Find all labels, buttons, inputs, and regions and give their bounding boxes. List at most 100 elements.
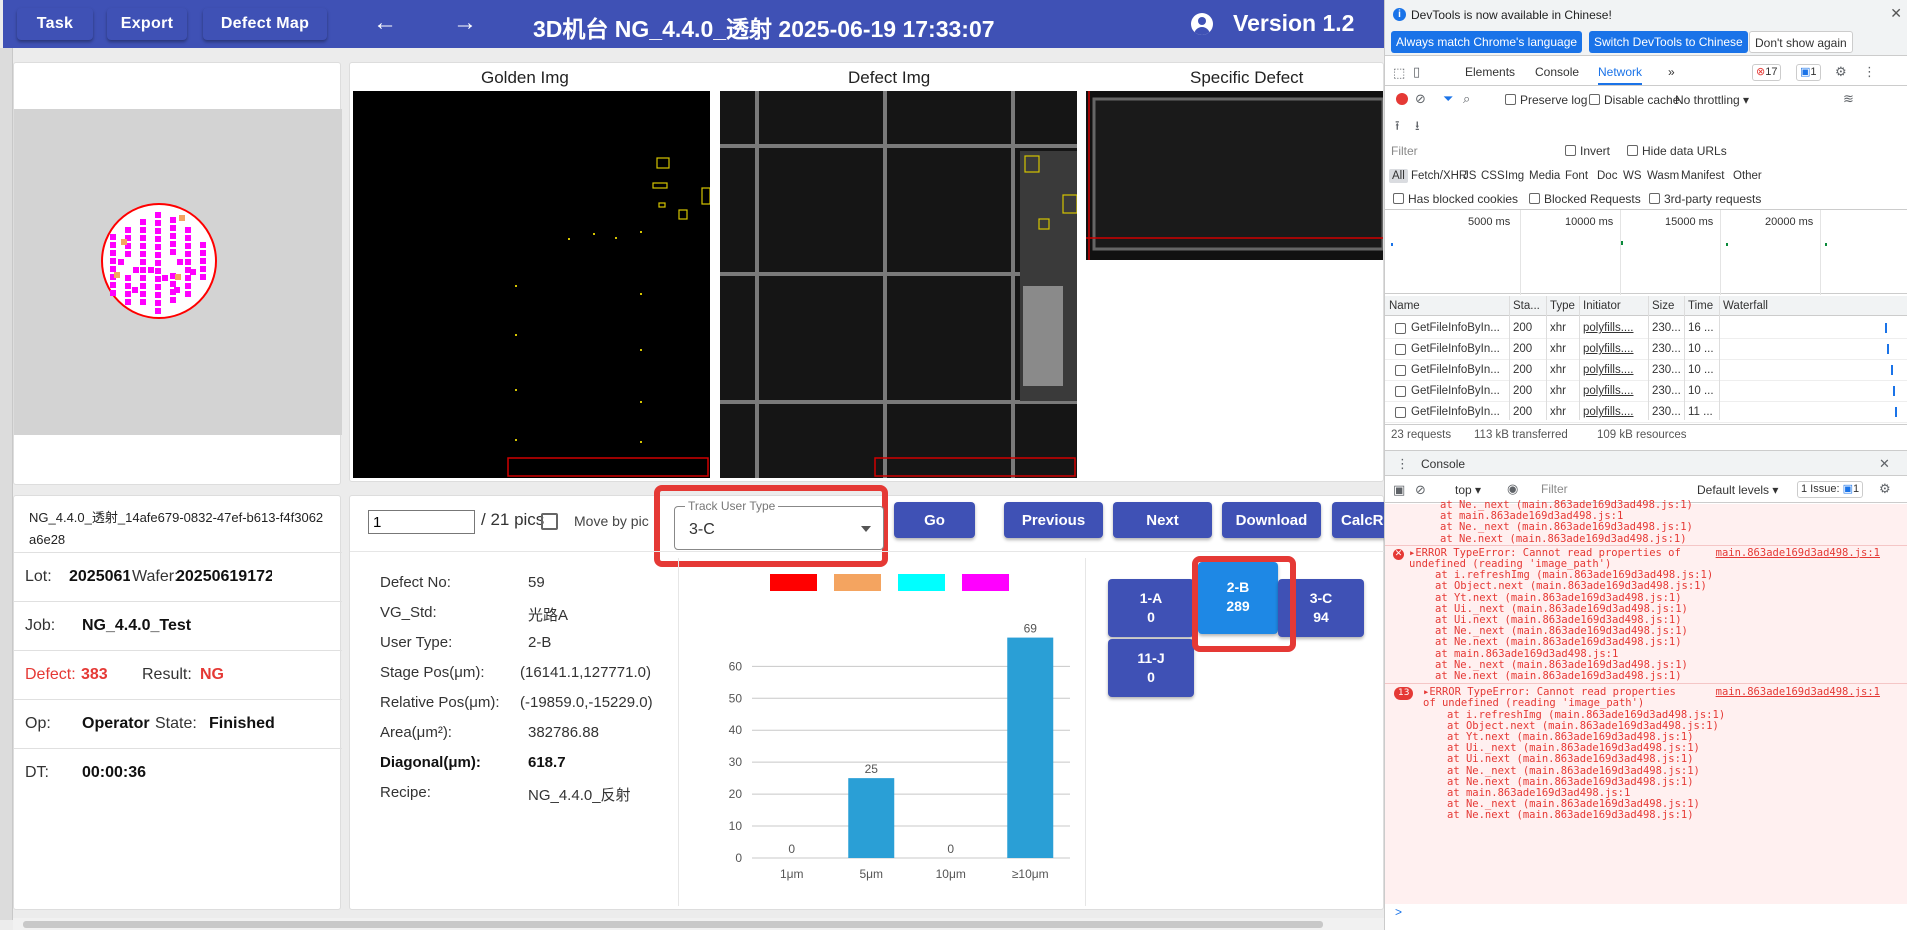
filter-type-other[interactable]: Other (1733, 170, 1762, 182)
stack-frame[interactable]: at i.refreshImg (main.863ade169d3ad498.j… (1385, 569, 1907, 581)
always-match-language-button[interactable]: Always match Chrome's language (1391, 31, 1583, 53)
filter-type-css[interactable]: CSS (1481, 170, 1505, 182)
cell-initiator[interactable]: polyfills.... (1583, 322, 1645, 334)
filter-type-manifest[interactable]: Manifest (1681, 170, 1724, 182)
network-conditions-icon[interactable]: ≋ (1843, 91, 1854, 107)
stack-frame[interactable]: at main.863ade169d3ad498.js:1 (1385, 787, 1907, 799)
stack-frame[interactable]: at Ne._next (main.863ade169d3ad498.js:1) (1385, 625, 1907, 637)
console-drawer-title[interactable]: Console (1421, 457, 1465, 471)
cell-initiator[interactable]: polyfills.... (1583, 406, 1645, 418)
stack-frame[interactable]: at Ne._next (main.863ade169d3ad498.js:1) (1385, 499, 1907, 511)
log-levels-select[interactable]: Default levels ▾ (1697, 483, 1778, 497)
download-button[interactable]: Download (1222, 502, 1321, 538)
row-checkbox[interactable] (1395, 344, 1406, 355)
issues-badge[interactable]: 1 Issue: ▣1 (1797, 481, 1864, 498)
filter-type-img[interactable]: Img (1505, 170, 1524, 182)
legend-swatch[interactable] (898, 574, 945, 591)
blocked-requests-option[interactable]: Blocked Requests (1529, 192, 1641, 206)
third-party-option[interactable]: 3rd-party requests (1649, 192, 1761, 206)
filter-type-ws[interactable]: WS (1623, 170, 1642, 182)
error-message[interactable]: of undefined (reading 'image_path') (1385, 697, 1907, 709)
disable-cache-option[interactable]: Disable cache (1589, 93, 1679, 107)
export-button[interactable]: Export (107, 8, 187, 40)
column-header[interactable]: Sta... (1513, 300, 1540, 312)
blocked-cookies-option[interactable]: Has blocked cookies (1393, 192, 1518, 206)
move-by-pic-checkbox[interactable] (541, 513, 558, 530)
tab-network[interactable]: Network (1598, 65, 1643, 85)
inspect-icon[interactable]: ⬚ (1393, 65, 1405, 81)
stack-frame[interactable]: at Ne.next (main.863ade169d3ad498.js:1) (1385, 636, 1907, 648)
row-checkbox[interactable] (1395, 407, 1406, 418)
calc-button[interactable]: CalcR (1332, 502, 1385, 538)
column-header[interactable]: Initiator (1583, 300, 1621, 312)
filter-type-all[interactable]: All (1389, 169, 1408, 183)
bar[interactable] (848, 778, 895, 858)
account-circle-icon[interactable] (1191, 13, 1213, 35)
more-options-icon[interactable]: ⋮ (1863, 64, 1876, 80)
network-timeline[interactable]: 5000 ms 10000 ms 15000 ms 20000 ms (1385, 209, 1907, 295)
wafer-map[interactable] (14, 109, 342, 435)
close-icon[interactable]: ✕ (1890, 5, 1902, 22)
error-source-link[interactable]: main.863ade169d3ad498.js:1 (1716, 547, 1880, 559)
horizontal-scrollbar[interactable] (13, 918, 1384, 930)
stack-frame[interactable]: at Ne._next (main.863ade169d3ad498.js:1) (1385, 798, 1907, 810)
stack-frame[interactable]: at Ne._next (main.863ade169d3ad498.js:1) (1385, 521, 1907, 533)
message-count-badge[interactable]: ▣1 (1796, 64, 1821, 81)
stack-frame[interactable]: at main.863ade169d3ad498.js:1 (1385, 510, 1907, 522)
clear-console-icon[interactable]: ⊘ (1415, 482, 1426, 498)
invert-option[interactable]: Invert (1565, 144, 1610, 158)
export-har-icon[interactable]: ⭳ (1415, 117, 1420, 139)
go-button[interactable]: Go (894, 502, 975, 538)
legend-swatch[interactable] (770, 574, 817, 591)
stack-frame[interactable]: at Ne.next (main.863ade169d3ad498.js:1) (1385, 809, 1907, 821)
stack-frame[interactable]: at Ne.next (main.863ade169d3ad498.js:1) (1385, 533, 1907, 545)
context-select[interactable]: top ▾ (1455, 483, 1481, 497)
console-filter-input[interactable]: Filter (1541, 481, 1671, 498)
stack-frame[interactable]: at i.refreshImg (main.863ade169d3ad498.j… (1385, 709, 1907, 721)
filter-type-fetchxhr[interactable]: Fetch/XHR (1411, 170, 1467, 182)
specific-defect-image[interactable] (1086, 91, 1383, 478)
column-header[interactable]: Type (1550, 300, 1575, 312)
golden-image[interactable] (353, 91, 710, 478)
filter-type-wasm[interactable]: Wasm (1647, 170, 1679, 182)
stack-frame[interactable]: at main.863ade169d3ad498.js:1 (1385, 648, 1907, 660)
stack-frame[interactable]: at Object.next (main.863ade169d3ad498.js… (1385, 580, 1907, 592)
column-header[interactable]: Name (1389, 300, 1420, 312)
tab-console[interactable]: Console (1535, 65, 1579, 79)
import-har-icon[interactable]: ⭱ (1395, 117, 1400, 139)
stack-frame[interactable]: at Yt.next (main.863ade169d3ad498.js:1) (1385, 592, 1907, 604)
gear-icon[interactable]: ⚙ (1879, 481, 1891, 497)
stack-frame[interactable]: at Ui.next (main.863ade169d3ad498.js:1) (1385, 614, 1907, 626)
defect-image[interactable] (720, 91, 1077, 478)
filter-type-media[interactable]: Media (1529, 170, 1560, 182)
network-request-row[interactable]: GetFileInfoByIn... 200 xhr polyfills.... 230… (1385, 402, 1907, 423)
eye-icon[interactable]: ◉ (1507, 481, 1518, 497)
legend-swatch[interactable] (834, 574, 881, 591)
tab-elements[interactable]: Elements (1465, 65, 1515, 79)
task-button[interactable]: Task (17, 8, 93, 40)
stack-frame[interactable]: at Ne._next (main.863ade169d3ad498.js:1) (1385, 765, 1907, 777)
console-prompt[interactable]: > (1395, 905, 1402, 919)
stack-frame[interactable]: at Ne._next (main.863ade169d3ad498.js:1) (1385, 659, 1907, 671)
search-icon[interactable]: ⌕ (1463, 91, 1470, 107)
type-button-11-j[interactable]: 11-J 0 (1108, 639, 1194, 697)
network-filter-input[interactable]: Filter (1389, 143, 1559, 160)
cell-initiator[interactable]: polyfills.... (1583, 364, 1645, 376)
bar[interactable] (1007, 637, 1054, 858)
type-button-1-a[interactable]: 1-A 0 (1108, 579, 1194, 637)
more-tabs-icon[interactable]: » (1668, 65, 1675, 79)
device-toolbar-icon[interactable]: ▯ (1413, 64, 1420, 80)
stack-frame[interactable]: at Ne.next (main.863ade169d3ad498.js:1) (1385, 776, 1907, 788)
hide-data-urls-option[interactable]: Hide data URLs (1627, 144, 1727, 158)
legend-swatch[interactable] (962, 574, 1009, 591)
filter-type-doc[interactable]: Doc (1597, 170, 1617, 182)
drawer-menu-icon[interactable]: ⋮ (1396, 456, 1409, 472)
defect-map-button[interactable]: Defect Map (203, 8, 327, 40)
track-user-type-select[interactable]: Track User Type 3-C (674, 499, 884, 550)
cell-initiator[interactable]: polyfills.... (1583, 343, 1645, 355)
error-count-badge[interactable]: ⊗17 (1752, 64, 1782, 81)
clear-icon[interactable]: ⊘ (1415, 91, 1426, 107)
network-request-row[interactable]: GetFileInfoByIn... 200 xhr polyfills.... 230… (1385, 339, 1907, 360)
pic-number-input[interactable] (368, 510, 475, 534)
filter-type-font[interactable]: Font (1565, 170, 1588, 182)
